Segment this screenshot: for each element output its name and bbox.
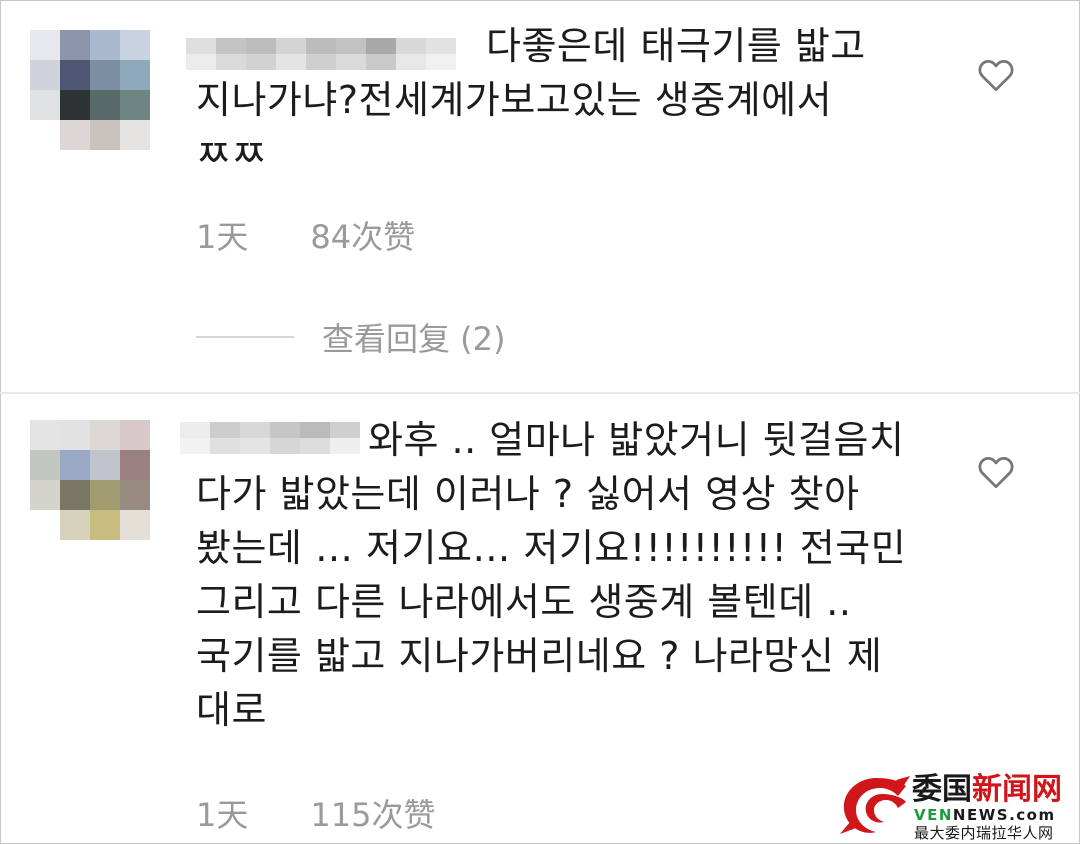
timestamp: 1天	[196, 796, 249, 834]
comment-line: 봤는데 … 저기요… 저기요!!!!!!!!!! 전국민	[196, 526, 907, 570]
comment-text: 다좋은데 태극기를 밟고 지나가냐?전세계가보고있는 생중계에서 ㅉㅉ	[196, 19, 866, 181]
replies-dash	[196, 336, 294, 338]
timestamp: 1天	[196, 218, 249, 256]
comment-meta: 1天 84次赞	[196, 212, 415, 258]
watermark-tagline: 最大委内瑞拉华人网	[914, 824, 1054, 842]
avatar[interactable]	[30, 30, 150, 150]
watermark-logo: 委国新闻网 VENNEWS.com 最大委内瑞拉华人网	[836, 772, 1076, 842]
comment-line: 다좋은데 태극기를 밟고	[486, 24, 866, 68]
comment-line: 와후 .. 얼마나 밟았거니 뒷걸음치	[368, 418, 905, 462]
comment-line: ㅉㅉ	[196, 132, 267, 176]
comment-line: 다가 밟았는데 이러나 ? 싫어서 영상 찾아	[196, 472, 860, 516]
comment-line: 지나가냐?전세계가보고있는 생중계에서	[196, 78, 833, 122]
comment-meta: 1天 115次赞	[196, 790, 435, 836]
comment-line: 그리고 다른 나라에서도 생중계 볼텐데 ..	[196, 580, 852, 624]
like-count[interactable]: 84次赞	[310, 212, 415, 258]
like-count[interactable]: 115次赞	[310, 790, 435, 836]
heart-outline-icon[interactable]	[977, 455, 1015, 489]
dragon-logo-icon	[840, 776, 910, 834]
avatar[interactable]	[30, 420, 150, 540]
comment-line: 대로	[196, 688, 267, 732]
comment-line: 국기를 밟고 지나가버리네요 ? 나라망신 제	[196, 634, 883, 678]
comment-text: 와후 .. 얼마나 밟았거니 뒷걸음치 다가 밟았는데 이러나 ? 싫어서 영상…	[196, 413, 906, 737]
view-replies-label[interactable]: 查看回复 (2)	[322, 314, 506, 360]
heart-outline-icon[interactable]	[977, 58, 1015, 92]
watermark-brand: 委国新闻网	[912, 772, 1062, 807]
view-replies-link[interactable]: 查看回复 (2)	[196, 314, 506, 360]
comment-divider	[0, 392, 1080, 394]
